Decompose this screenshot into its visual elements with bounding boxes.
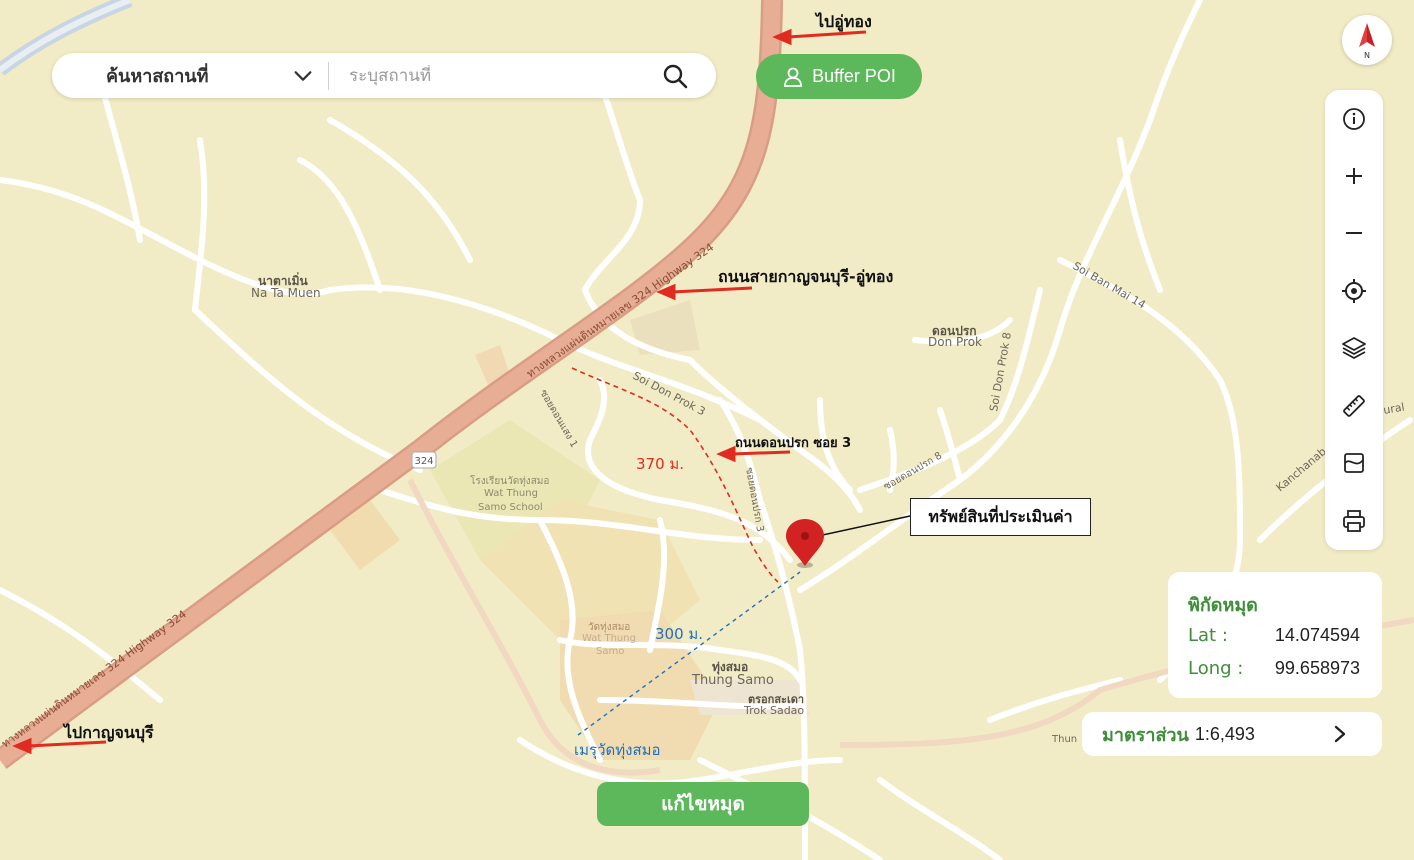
- place-school-en1: Wat Thung: [484, 488, 538, 499]
- search-divider: [328, 61, 329, 90]
- print-icon: [1343, 510, 1365, 532]
- annotation-to-kanchanaburi: ไปกาญจนบุรี: [64, 723, 154, 742]
- lat-value: 14.074594: [1274, 625, 1360, 645]
- zoom-out-icon: [1346, 232, 1362, 234]
- asset-callout: ทรัพย์สินที่ประเมินค่า: [910, 498, 1091, 536]
- search-bar: ค้นหาสถานที่: [52, 53, 716, 98]
- buffer-poi-label: Buffer POI: [812, 66, 896, 86]
- long-value: 99.658973: [1274, 658, 1360, 678]
- coordinates-panel: พิกัดหมุด Lat : 14.074594 Long : 99.6589…: [1168, 572, 1382, 698]
- place-wat-en1: Wat Thung: [582, 633, 636, 644]
- annotation-road-kan-uthong: ถนนสายกาญจนบุรี-อู่ทอง: [718, 267, 894, 286]
- search-icon[interactable]: [662, 63, 688, 89]
- annotation-to-u-thong: ไปอู่ทอง: [816, 12, 872, 31]
- compass-button[interactable]: N: [1342, 15, 1392, 65]
- zoom-out-button[interactable]: [1325, 211, 1383, 255]
- info-button[interactable]: [1325, 97, 1383, 141]
- chevron-down-icon[interactable]: [292, 65, 314, 87]
- draw-area-button[interactable]: [1325, 441, 1383, 485]
- north-arrow-icon: N: [1359, 23, 1375, 60]
- zoom-in-icon: [1346, 168, 1362, 184]
- place-trok-sadao-en: Trok Sadao: [744, 704, 805, 717]
- measure-button[interactable]: [1325, 384, 1383, 428]
- layers-button[interactable]: [1325, 326, 1383, 370]
- chevron-right-icon[interactable]: [1330, 724, 1350, 744]
- scale-panel[interactable]: มาตราส่วน 1:6,493: [1082, 712, 1382, 756]
- place-na-ta-muen-en: Na Ta Muen: [251, 286, 321, 300]
- layers-icon: [1342, 337, 1366, 359]
- annotation-road-don-prok-3: ถนนดอนปรก ซอย 3: [735, 436, 852, 451]
- scale-value: 1:6,493: [1194, 723, 1255, 744]
- info-icon: [1343, 108, 1365, 130]
- distance-370-label: 370 ม.: [636, 455, 685, 473]
- draw-area-icon: [1344, 453, 1364, 473]
- place-thun-en: Thun: [1052, 734, 1078, 745]
- coordinates-title: พิกัดหมุด: [1188, 595, 1258, 616]
- search-category-select[interactable]: ค้นหาสถานที่: [106, 61, 292, 90]
- place-thung-samo-en: Thung Samo: [692, 673, 774, 688]
- svg-text:N: N: [1364, 51, 1370, 60]
- meru-label: เมรุวัดทุ่งสมอ: [574, 741, 661, 759]
- map-toolbar: [1325, 90, 1383, 550]
- buffer-poi-button[interactable]: Buffer POI: [756, 54, 922, 99]
- long-label: Long :: [1188, 658, 1244, 679]
- place-school-th: โรงเรียนวัดทุ่งสมอ: [470, 476, 550, 487]
- distance-300-label: 300 ม.: [655, 625, 704, 643]
- locate-button[interactable]: [1325, 269, 1383, 313]
- zoom-in-button[interactable]: [1325, 154, 1383, 198]
- place-school-en2: Samo School: [478, 502, 543, 513]
- locate-icon: [1342, 279, 1366, 303]
- lat-label: Lat :: [1188, 625, 1228, 646]
- highway-shield: 324: [414, 456, 433, 467]
- ruler-icon: [1343, 395, 1365, 417]
- place-don-prok-en: Don Prok: [928, 335, 982, 349]
- location-person-icon: [784, 67, 803, 87]
- search-input[interactable]: [347, 64, 631, 87]
- place-wat-en2: Samo: [596, 646, 625, 657]
- scale-label: มาตราส่วน: [1102, 724, 1189, 746]
- print-button[interactable]: [1325, 499, 1383, 543]
- edit-marker-button[interactable]: แก้ไขหมุด: [597, 782, 809, 826]
